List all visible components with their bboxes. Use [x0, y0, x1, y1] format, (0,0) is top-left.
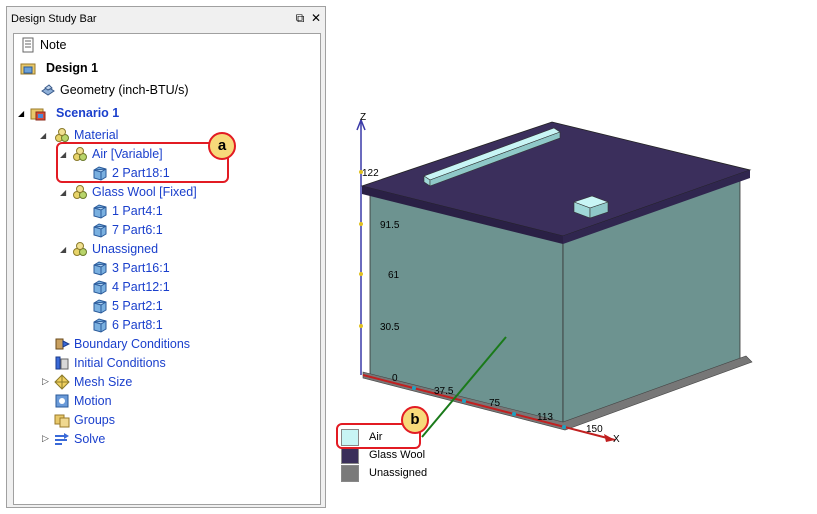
tree-label: Glass Wool [Fixed]	[92, 185, 197, 199]
legend-item-unassigned: Unassigned	[341, 464, 427, 482]
z-tick-label: 91.5	[380, 220, 400, 231]
tree-label: Mesh Size	[74, 375, 133, 389]
material-icon	[72, 241, 88, 257]
tree-item-part[interactable]: 1 Part4:1	[92, 202, 163, 220]
tree-item-unassigned[interactable]: Unassigned	[72, 240, 158, 258]
part-icon	[92, 317, 108, 333]
tree-item-glass-wool[interactable]: Glass Wool [Fixed]	[72, 183, 197, 201]
legend-label: Glass Wool	[369, 449, 426, 461]
design-study-bar: Design Study Bar ⧉ ✕ Note Design 1 Geome…	[6, 6, 326, 508]
material-icon	[54, 127, 70, 143]
part-icon	[92, 279, 108, 295]
note-icon	[20, 37, 36, 53]
tree-label: Solve	[74, 432, 106, 446]
callout-b: b	[401, 406, 429, 434]
boundary-conditions-icon	[54, 336, 70, 352]
close-icon[interactable]: ✕	[309, 11, 323, 25]
tree-item-motion[interactable]: Motion	[54, 392, 112, 410]
tree-label: 4 Part12:1	[112, 280, 170, 294]
part-icon	[92, 203, 108, 219]
x-tick-label: 75	[489, 398, 501, 409]
tree-label: Material	[74, 128, 119, 142]
tree-label: 5 Part2:1	[112, 299, 163, 313]
mesh-icon	[54, 374, 70, 390]
legend-swatch	[341, 446, 359, 464]
tree-item-boundary-conditions[interactable]: Boundary Conditions	[54, 335, 190, 353]
tree-label: Design 1	[46, 61, 99, 75]
highlight-box-a	[56, 142, 229, 183]
material-icon	[72, 184, 88, 200]
panel-header: Design Study Bar ⧉ ✕	[7, 7, 325, 31]
tree-label: 3 Part16:1	[112, 261, 170, 275]
tree-label: Boundary Conditions	[74, 337, 191, 351]
geometry-icon	[40, 82, 56, 98]
tree-label: Note	[40, 38, 67, 52]
tree-item-part[interactable]: 3 Part16:1	[92, 259, 170, 277]
legend-label: Unassigned	[369, 467, 428, 479]
collapse-arrow-icon[interactable]: ◢	[60, 245, 66, 254]
motion-icon	[54, 393, 70, 409]
tree-item-part[interactable]: 5 Part2:1	[92, 297, 163, 315]
part-icon	[92, 222, 108, 238]
collapse-arrow-icon[interactable]: ◢	[40, 131, 46, 140]
tree-item-geometry[interactable]: Geometry (inch-BTU/s)	[40, 81, 189, 99]
float-pin-icon[interactable]: ⧉	[293, 11, 307, 25]
tree-label: Groups	[74, 413, 115, 427]
initial-conditions-icon	[54, 355, 70, 371]
tree-label: 6 Part8:1	[112, 318, 163, 332]
tree-item-mesh-size[interactable]: Mesh Size	[54, 373, 132, 391]
z-axis-label: Z	[360, 112, 366, 123]
tree-item-part[interactable]: 4 Part12:1	[92, 278, 170, 296]
panel-title: Design Study Bar	[11, 13, 97, 25]
x-tick-label: 150	[586, 424, 603, 435]
scenario-icon	[30, 105, 52, 121]
expand-arrow-icon[interactable]: ▷	[42, 434, 49, 444]
tree-label: 1 Part4:1	[112, 204, 163, 218]
tree-item-solve[interactable]: Solve	[54, 430, 105, 448]
tree-item-initial-conditions[interactable]: Initial Conditions	[54, 354, 166, 372]
study-tree: Note Design 1 Geometry (inch-BTU/s) ◢ Sc…	[13, 33, 321, 505]
x-tick-label: 113	[537, 412, 553, 423]
design-icon	[20, 60, 42, 76]
callout-a: a	[208, 132, 236, 160]
tree-item-note[interactable]: Note	[20, 36, 66, 54]
z-tick-label: 0	[392, 373, 398, 384]
z-tick-label: 61	[388, 270, 400, 281]
tree-label: Geometry (inch-BTU/s)	[60, 83, 189, 97]
z-tick-label: 122	[362, 168, 379, 179]
tree-item-part[interactable]: 7 Part6:1	[92, 221, 163, 239]
collapse-arrow-icon[interactable]: ◢	[18, 109, 24, 118]
part-icon	[92, 298, 108, 314]
tree-item-design[interactable]: Design 1	[20, 59, 98, 77]
legend-swatch	[341, 464, 359, 482]
tree-item-part[interactable]: 6 Part8:1	[92, 316, 163, 334]
tree-label: 7 Part6:1	[112, 223, 163, 237]
x-tick-label: 37.5	[434, 386, 454, 397]
z-tick-label: 30.5	[380, 322, 400, 333]
expand-arrow-icon[interactable]: ▷	[42, 377, 49, 387]
part-icon	[92, 260, 108, 276]
solve-icon	[54, 431, 70, 447]
tree-label: Initial Conditions	[74, 356, 166, 370]
collapse-arrow-icon[interactable]: ◢	[60, 188, 66, 197]
tree-item-scenario[interactable]: Scenario 1	[30, 104, 119, 122]
x-axis-label: X	[613, 434, 620, 445]
groups-icon	[54, 412, 70, 428]
tree-label: Unassigned	[92, 242, 159, 256]
tree-label: Scenario 1	[56, 106, 120, 120]
tree-item-groups[interactable]: Groups	[54, 411, 115, 429]
tree-label: Motion	[74, 394, 112, 408]
